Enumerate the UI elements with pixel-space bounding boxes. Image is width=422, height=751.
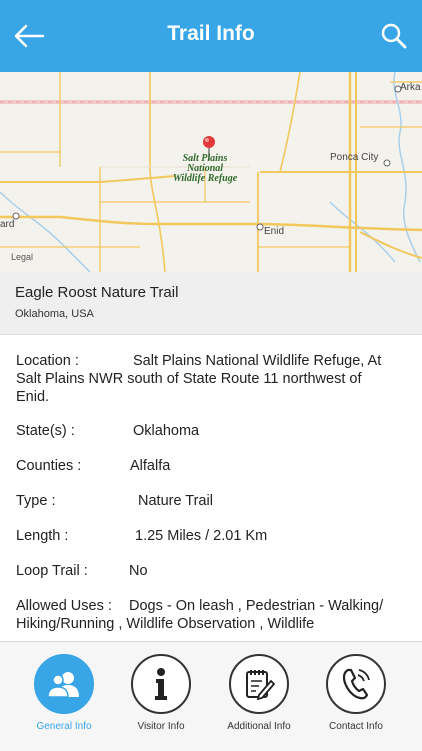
- app-header: Trail Info: [0, 0, 422, 72]
- info-label-counties: Counties :: [16, 458, 82, 474]
- tab-additional-info-label: Additional Info: [227, 721, 291, 732]
- info-label-type: Type :: [16, 493, 56, 509]
- info-value-location-line2: Salt Plains NWR south of State Route 11 …: [16, 371, 362, 387]
- info-value-allowed-line2: Hiking/Running , Wildlife Observation , …: [16, 616, 315, 632]
- info-value-location-line3: Enid.: [16, 389, 50, 405]
- users-icon: [47, 672, 79, 698]
- info-label-allowed-uses: Allowed Uses :: [16, 598, 112, 614]
- info-value-type: Nature Trail: [138, 493, 213, 509]
- trail-name: Eagle Roost Nature Trail: [15, 284, 179, 301]
- info-row-type: Type : Nature Trail: [16, 492, 408, 510]
- bottom-tab-bar: General Info Visitor Info Additional Inf…: [0, 641, 422, 751]
- trail-location: Oklahoma, USA: [15, 308, 94, 320]
- info-value-allowed-line1: Dogs - On leash , Pedestrian - Walking/: [129, 598, 384, 614]
- tab-additional-info[interactable]: Additional Info: [214, 654, 304, 732]
- phone-icon: [342, 668, 370, 700]
- page-title: Trail Info: [167, 22, 255, 45]
- map-label-enid: Enid: [264, 226, 285, 237]
- map-label-ponca-city: Ponca City: [330, 152, 379, 163]
- map-legal-link[interactable]: Legal: [11, 252, 33, 262]
- info-value-counties: Alfalfa: [130, 458, 171, 474]
- info-row-counties: Counties : Alfalfa: [16, 457, 408, 475]
- info-label-loop: Loop Trail :: [16, 563, 88, 579]
- document-edit-icon: [246, 670, 276, 701]
- tab-general-info-label: General Info: [36, 721, 92, 732]
- refuge-line-3: Wildlife Refuge: [172, 173, 238, 184]
- info-value-length: 1.25 Miles / 2.01 Km: [135, 528, 268, 544]
- info-value-state: Oklahoma: [133, 423, 200, 439]
- tab-visitor-info-circle[interactable]: [131, 654, 191, 714]
- info-label-location: Location :: [16, 353, 79, 369]
- tab-additional-info-circle[interactable]: [229, 654, 289, 714]
- map-label-ard: ard: [0, 219, 15, 230]
- map-label-arka: Arka: [400, 82, 421, 93]
- tab-contact-info-label: Contact Info: [329, 721, 383, 732]
- trail-summary: Eagle Roost Nature Trail Oklahoma, USA: [0, 272, 422, 335]
- info-row-length: Length : 1.25 Miles / 2.01 Km: [16, 527, 408, 545]
- info-row-location: Location : Salt Plains National Wildlife…: [16, 352, 408, 406]
- info-row-allowed-uses: Allowed Uses : Dogs - On leash , Pedestr…: [16, 597, 408, 633]
- tab-visitor-info-label: Visitor Info: [137, 721, 185, 732]
- info-row-loop: Loop Trail : No: [16, 562, 408, 580]
- tab-general-info[interactable]: General Info: [19, 654, 109, 732]
- info-icon: [155, 668, 167, 700]
- info-value-loop: No: [129, 563, 148, 579]
- map-label-refuge: Salt Plains National Wildlife Refuge: [160, 154, 250, 184]
- info-value-location-line1: Salt Plains National Wildlife Refuge, At: [133, 353, 382, 369]
- tab-contact-info[interactable]: Contact Info: [311, 654, 401, 732]
- info-label-length: Length :: [16, 528, 69, 544]
- info-label-state: State(s) :: [16, 423, 75, 439]
- tab-general-info-circle[interactable]: [34, 654, 94, 714]
- search-button[interactable]: [378, 20, 410, 52]
- tab-visitor-info[interactable]: Visitor Info: [116, 654, 206, 732]
- info-row-state: State(s) : Oklahoma: [16, 422, 408, 440]
- tab-contact-info-circle[interactable]: [326, 654, 386, 714]
- trail-map[interactable]: Arka Ponca City Enid ard Salt Plains Nat…: [0, 72, 422, 272]
- search-icon: [381, 23, 407, 49]
